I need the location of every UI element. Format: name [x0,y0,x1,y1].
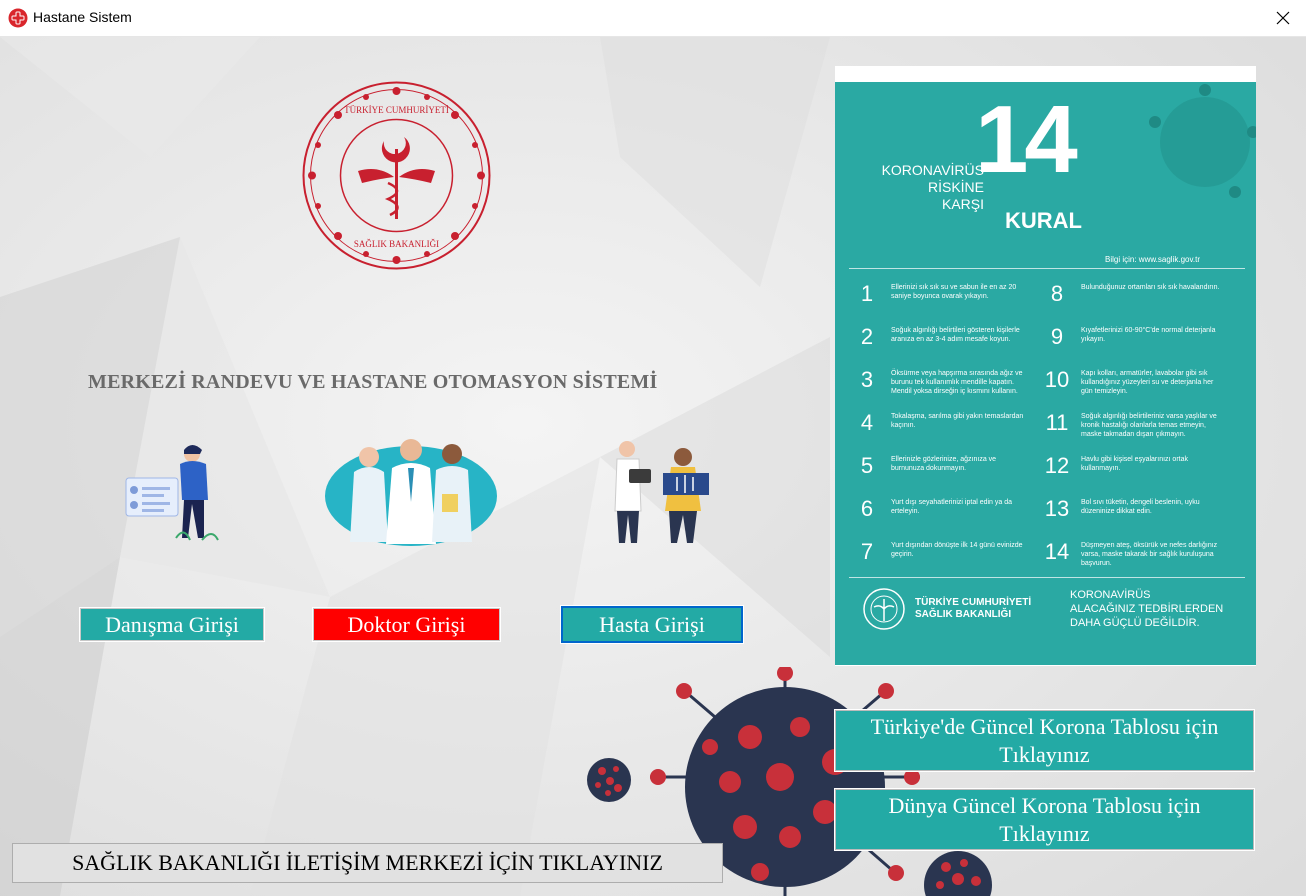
poster-rule-text: Ellerinizi sık sık su ve sabun ile en az… [891,284,1017,300]
poster-rule-text: Yurt dışından dönüşte ilk 14 günü eviniz… [891,542,1023,558]
poster-footer-right-line1: KORONAVİRÜS [1070,589,1151,601]
poster-rule-text: Öksürme veya hapşırma sırasında ağız ve … [891,370,1023,395]
poster-rule-item: 7 Yurt dışından dönüşte ilk 14 günü evini… [853,539,1043,579]
hasta-login-button[interactable]: Hasta Girişi [560,605,744,644]
close-button[interactable] [1260,0,1306,36]
poster-rule-number: 9 [1050,324,1064,349]
danisma-login-button[interactable]: Danışma Girişi [79,607,265,642]
ministry-logo: TÜRKİYE CUMHURİYETİ SAĞLIK BAKANLIĞI [302,81,491,270]
poster-rule-item: 13 Bol sıvı tüketin, dengeli beslenin, uy… [1043,496,1233,536]
poster-footer-left-line1: TÜRKİYE CUMHURİYETİ [915,597,1032,608]
poster-rule-item: 9 Kıyafetlerinizi 60-90°C'de normal deter… [1043,324,1233,364]
page-heading: MERKEZİ RANDEVU VE HASTANE OTOMASYON SİS… [88,371,658,393]
iletisim-merkezi-button[interactable]: SAĞLIK BAKANLIĞI İLETİŞİM MERKEZİ İÇİN T… [12,843,723,883]
korona-world-button[interactable]: Dünya Güncel Korona Tablosu için Tıklayı… [834,788,1255,851]
poster-rule-number: 1 [860,281,874,306]
poster-rule-text: Kapı kolları, armatürler, lavabolar gibi… [1081,370,1214,395]
poster-big-number: 14 [975,86,1078,193]
poster-rule-item: 4 Tokalaşma, sarılma gibi yakın temaslard… [853,410,1043,450]
red-cross-icon [8,8,28,28]
reception-illustration [125,445,219,541]
poster-footer-left-line2: SAĞLIK BAKANLIĞI [915,609,1012,620]
poster-rule-number: 2 [860,324,874,349]
poster-headline-line3: KARŞI [941,196,984,212]
doktor-login-button[interactable]: Doktor Girişi [312,607,501,642]
poster-footer-right: KORONAVİRÜS ALACAĞINIZ TEDBİRLERDEN DAHA… [1070,588,1240,630]
poster-rule-text: Ellerinizle gözlerinize, ağzınıza ve bur… [891,456,997,472]
poster-rule-number: 12 [1044,453,1070,478]
poster-divider [849,268,1245,269]
svg-text:TÜRKİYE CUMHURİYETİ: TÜRKİYE CUMHURİYETİ [344,105,449,115]
korona-turkiye-button[interactable]: Türkiye'de Güncel Korona Tablosu için Tı… [834,709,1255,772]
poster-headline-line2: RİSKİNE [927,179,984,195]
svg-text:SAĞLIK BAKANLIĞI: SAĞLIK BAKANLIĞI [354,239,439,249]
poster-rule-number: 7 [860,539,874,564]
poster-rule-number: 4 [860,410,874,435]
poster-rule-number: 8 [1050,281,1064,306]
poster-rule-text: Havlu gibi kişisel eşyalarınızı ortak ku… [1081,456,1188,472]
poster-rule-item: 11 Soğuk algınlığı belirtileriniz varsa y… [1043,410,1233,450]
poster-virus-decoration [1149,84,1256,198]
doctors-illustration [325,439,497,546]
poster-rule-text: Soğuk algınlığı belirtileri gösteren kiş… [891,327,1020,343]
poster-rule-item: 3 Öksürme veya hapşırma sırasında ağız ve… [853,367,1043,407]
title-bar: Hastane Sistem [0,0,1306,37]
patient-illustration [614,441,709,543]
poster-rule-number: 10 [1044,367,1070,392]
poster-rule-text: Soğuk algınlığı belirtileriniz varsa yaş… [1081,413,1217,438]
poster-headline: KORONAVİRÜS RİSKİNE KARŞI [844,162,984,213]
poster-rule-number: 14 [1044,539,1070,564]
poster-rule-item: 1 Ellerinizi sık sık su ve sabun ile en a… [853,281,1043,321]
poster-rule-item: 12 Havlu gibi kişisel eşyalarınızı ortak … [1043,453,1233,493]
poster-rule-item: 2 Soğuk algınlığı belirtileri gösteren ki… [853,324,1043,364]
poster-rule-text: Kıyafetlerinizi 60-90°C'de normal deterj… [1081,327,1216,343]
poster-rule-item: 8 Bulunduğunuz ortamları sık sık havaland… [1043,281,1233,321]
poster-rule-item: 6 Yurt dışı seyahatlerinizi iptal edin ya… [853,496,1043,536]
poster-rule-number: 6 [860,496,874,521]
poster-emblem-icon [863,588,905,630]
poster-kural: KURAL [1005,208,1082,233]
poster-rule-text: Tokalaşma, sarılma gibi yakın temaslarda… [891,413,1024,429]
poster-rule-item: 10 Kapı kolları, armatürler, lavabolar gi… [1043,367,1233,407]
poster-headline-line1: KORONAVİRÜS [881,162,984,178]
poster-info: Bilgi için: www.saglik.gov.tr [1105,255,1200,264]
poster-rule-text: Bol sıvı tüketin, dengeli beslenin, uyku… [1081,499,1200,515]
poster-footer-left: TÜRKİYE CUMHURİYETİ SAĞLIK BAKANLIĞI [915,597,1031,621]
poster-rule-text: Yurt dışı seyahatlerinizi iptal edin ya … [891,499,1013,515]
poster-rule-text: Düşmeyen ateş, öksürük ve nefes darlığın… [1081,542,1218,567]
poster-divider-bottom [849,577,1245,578]
poster-rule-number: 13 [1044,496,1070,521]
poster-rule-number: 5 [860,453,874,478]
poster-rule-number: 11 [1045,410,1069,435]
poster-rule-text: Bulunduğunuz ortamları sık sık havalandı… [1081,284,1220,291]
poster-rule-item: 14 Düşmeyen ateş, öksürük ve nefes darlığ… [1043,539,1233,579]
virus-graphic-small [587,758,631,802]
main-form: TÜRKİYE CUMHURİYETİ SAĞLIK BAKANLIĞI MER… [0,37,1306,896]
poster-rule-number: 3 [860,367,874,392]
poster-footer-right-line3: DAHA GÜÇLÜ DEĞİLDİR. [1070,617,1200,629]
covid-rules-poster: KORONAVİRÜS RİSKİNE KARŞI 14 KURAL Bilgi… [835,66,1256,666]
window-title: Hastane Sistem [33,9,132,25]
virus-graphic-bottom [924,851,992,896]
poster-body: KORONAVİRÜS RİSKİNE KARŞI 14 KURAL Bilgi… [835,82,1256,665]
poster-footer-right-line2: ALACAĞINIZ TEDBİRLERDEN [1070,603,1224,615]
poster-rule-item: 5 Ellerinizle gözlerinize, ağzınıza ve bu… [853,453,1043,493]
close-icon [1276,11,1290,25]
